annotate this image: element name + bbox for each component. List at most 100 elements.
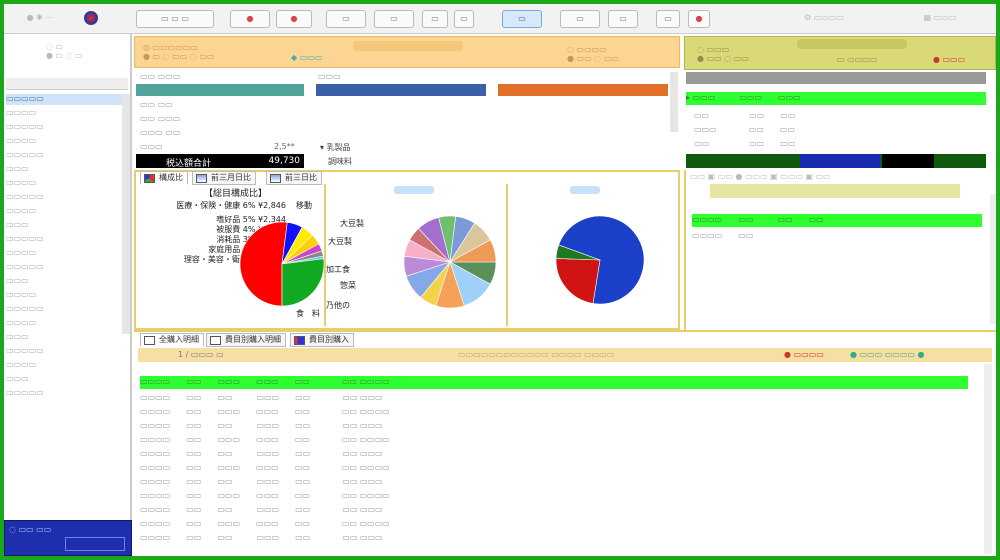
footer-field[interactable] [65,537,125,551]
sidebar-item[interactable]: ▭▭▭▭▭ [6,388,128,399]
right-filter-title [797,39,907,49]
filter-panel: ◎ ▭▭▭▭▭▭ ● ▭ ◌ ▭▭ ◌ ▭▭ ◆ ▭▭▭ ◌ ▭▭▭▭ ● ▭▭ ◌… [134,36,680,68]
sidebar-item[interactable]: ▭▭▭▭ [6,248,128,259]
toolbar-button-8[interactable]: ▭ [608,10,638,28]
toolbar-button-6[interactable]: ▭ [454,10,474,28]
col-header: ▭▭ ▭▭▭ [140,72,181,81]
mid-label: 乃他の [326,301,350,310]
toolbar-button-11[interactable]: ⚙ ▭▭▭▭ [764,10,884,28]
sidebar-item[interactable]: ▭▭▭▭▭ [6,304,128,315]
table-row[interactable]: ▭▭▭▭ ▭▭ ▭▭ ▭▭▭ ▭▭ ▭▭ ▭▭▭ [140,448,968,461]
sidebar-item[interactable]: ▭▭▭▭▭ [6,192,128,203]
detail-row[interactable]: ▭▭▭▭ ▭▭ [692,230,982,243]
table-row[interactable]: ▭▭▭▭ ▭▭ ▭▭ ▭▭▭ ▭▭ ▭▭ ▭▭▭ [140,476,968,489]
toolbar-button-2[interactable]: ● [276,10,312,28]
right-detail-scrollbar[interactable] [990,194,996,324]
col-header: ▭▭▭ [318,72,341,81]
sidebar-header [6,78,128,90]
sidebar-item[interactable]: ▭▭▭ [6,276,128,287]
mid-chart-title [394,186,434,194]
sidebar-item[interactable]: ▭▭▭▭▭ [6,150,128,161]
table-row-selected[interactable]: ▸ ▭▭▭ ▭▭▭ ▭▭▭ [686,92,986,105]
toolbar-button-10[interactable]: ● [688,10,710,28]
app-menu[interactable]: ● ✱ ⋯ [10,10,70,28]
tab-category-purchase-alt[interactable]: 費目別購入 [290,333,354,347]
sidebar-item[interactable]: ▭▭▭ [6,332,128,343]
bottom-button-1[interactable]: ● ▭▭▭▭ [784,350,824,359]
total-row: 税込額合計 49,730 [136,154,304,169]
toolbar-button-7[interactable]: ▭ [560,10,600,28]
table-row[interactable]: ▭▭▭▭ ▭▭ ▭▭▭ ▭▭▭ ▭▭ ▭▭ ▭▭▭▭ [140,518,968,531]
right-filter-mid[interactable]: ▭ ▭▭▭▭ [837,55,877,64]
right-filter-button[interactable]: ● ▭▭▭ [933,55,965,64]
sidebar-options[interactable]: ◌ ▭ ● ▭ ◌ ▭ [46,42,96,70]
toolbar-button-active[interactable]: ▭ [502,10,542,28]
table-row[interactable]: ▭▭ ▭▭ ▭▭ [686,110,986,123]
sidebar-item[interactable]: ▭▭▭ [6,220,128,231]
sidebar-scrollbar[interactable] [122,94,130,334]
bottom-table-scrollbar[interactable] [984,364,992,554]
toolbar-button-12[interactable]: ▦ ▭▭▭ [900,10,980,28]
table-row[interactable]: ▭▭▭▭ ▭▭ ▭▭ ▭▭▭ ▭▭ ▭▭ ▭▭▭ [140,420,968,433]
table-row[interactable]: ▭▭▭▭ ▭▭ ▭▭▭ ▭▭▭ ▭▭ ▭▭ ▭▭▭▭ [140,406,968,419]
table-row[interactable]: ▭▭▭▭ ▭▭ ▭▭▭ ▭▭▭ ▭▭ ▭▭ ▭▭▭▭ [140,434,968,447]
table-scrollbar[interactable] [670,72,678,132]
right-chart-title [570,186,600,194]
sidebar-item[interactable]: ▭▭▭▭▭ [6,122,128,133]
total-label: 税込額合計 [166,159,212,169]
mid-chart: 大豆製 大豆製 加工食 惣菜 乃他の [324,184,504,326]
filter-options-right[interactable]: ◌ ▭▭▭▭ ● ▭▭ ◌ ▭▭ [567,45,619,63]
sidebar-item[interactable]: ▭▭▭▭ [6,206,128,217]
toolbar-button-1[interactable]: ● [230,10,270,28]
table-row[interactable]: ▭▭▭ ▭▭ ▭▭ [686,124,986,137]
sidebar-item[interactable]: ▭▭▭▭ [6,318,128,329]
right-filter-panel: ◌ ▭▭▭ ● ▭▭ ◌ ▭▭ ▭ ▭▭▭▭ ● ▭▭▭ [684,36,996,70]
sidebar-item[interactable]: ▭▭▭▭▭ [6,94,128,105]
app-window: ● ✱ ⋯ ▭ ▭ ▭ ● ● ▭ ▭ ▭ ▭ ▭ ▭ ▭ ▭ ● ⚙ ▭▭▭▭… [0,0,1000,560]
table-row[interactable]: ▭▭▭▭ ▭▭ ▭▭▭ ▭▭▭ ▭▭ ▭▭ ▭▭▭▭ [140,462,968,475]
table-row[interactable]: ▭▭▭▭ ▭▭ ▭▭▭ ▭▭▭ ▭▭ ▭▭ ▭▭▭▭ [140,490,968,503]
filter-title [353,41,463,51]
sidebar-item[interactable]: ▭▭▭ [6,164,128,175]
sidebar-item[interactable]: ▭▭▭ [6,374,128,385]
tab-month-compare[interactable]: 前三月日比 [192,171,256,185]
toolbar-button-4[interactable]: ▭ [374,10,414,28]
bottom-button-2[interactable]: ● ▭▭▭ ▭▭▭▭ ● [850,350,925,359]
table-row[interactable]: ▭▭ ▭▭ ▭▭ [686,138,986,151]
toolbar-button-5[interactable]: ▭ [422,10,448,28]
legend-entry: 医療・保険・健康 6% ¥2,846 [176,201,286,210]
sidebar-item[interactable]: ▭▭▭▭▭ [6,346,128,357]
sidebar-item[interactable]: ▭▭▭▭ [6,136,128,147]
filter-options-left[interactable]: ◎ ▭▭▭▭▭▭ ● ▭ ◌ ▭▭ ◌ ▭▭ [143,43,214,61]
category-bar-teal [136,84,304,96]
sidebar-item[interactable]: ▭▭▭▭ [6,108,128,119]
pie-icon [144,174,155,183]
tab-category-purchases[interactable]: 費目別購入明細 [206,333,286,347]
sidebar-item[interactable]: ▭▭▭▭ [6,178,128,189]
bottom-filter[interactable]: ▭▭▭▭▭▭▭▭▭▭▭▭ ▭▭▭▭ ▭▭▭▭ [458,350,614,359]
sidebar-item[interactable]: ▭▭▭▭▭ [6,262,128,273]
right-filter-options[interactable]: ◌ ▭▭▭ ● ▭▭ ◌ ▭▭ [697,45,749,63]
toolbar-button-9[interactable]: ▭ [656,10,680,28]
tab-all-purchases[interactable]: 全購入明細 [140,333,204,347]
logo-icon [84,11,98,25]
table-icon [144,336,155,345]
sidebar-item[interactable]: ▭▭▭▭ [6,290,128,301]
sidebar-item[interactable]: ▭▭▭▭ [6,360,128,371]
right-detail-toolbar[interactable]: ▭▭ ▣ ▭▭ ● ▭▭▭ ▣ ▭▭▭ ▣ ▭▭ [690,172,831,181]
extra-item-2: 調味料 [328,157,352,166]
table-row[interactable]: ▭▭▭▭ ▭▭ ▭▭ ▭▭▭ ▭▭ ▭▭ ▭▭▭ [140,532,968,545]
right-summary-table: ▸ ▭▭▭ ▭▭▭ ▭▭▭ ▭▭ ▭▭ ▭▭ ▭▭▭ ▭▭ ▭▭ ▭▭ ▭▭ ▭… [684,70,996,170]
bar-chart-icon [196,174,207,183]
extra-item-1: ▾ 乳製品 [320,143,351,152]
filter-icon[interactable]: ◆ ▭▭▭ [291,53,322,62]
tab-day-compare[interactable]: 前三日比 [266,171,322,185]
table-row[interactable]: ▭▭▭▭ ▭▭ ▭▭ ▭▭▭ ▭▭ ▭▭ ▭▭▭ [140,504,968,517]
tab-composition[interactable]: 構成比 [140,171,188,185]
date-selector[interactable]: ▭ ▭ ▭ [136,10,214,28]
table-row-selected[interactable]: ▭▭▭▭ ▭▭ ▭▭▭ ▭▭▭ ▭▭ ▭▭ ▭▭▭▭ [140,376,968,389]
toolbar-button-3[interactable]: ▭ [326,10,366,28]
table-row[interactable]: ▭▭▭▭ ▭▭ ▭▭ ▭▭▭ ▭▭ ▭▭ ▭▭▭ [140,392,968,405]
sidebar-item[interactable]: ▭▭▭▭▭ [6,234,128,245]
detail-row-selected[interactable]: ▭▭▭▭ ▭▭ ▭▭ ▭▭ [692,214,982,227]
